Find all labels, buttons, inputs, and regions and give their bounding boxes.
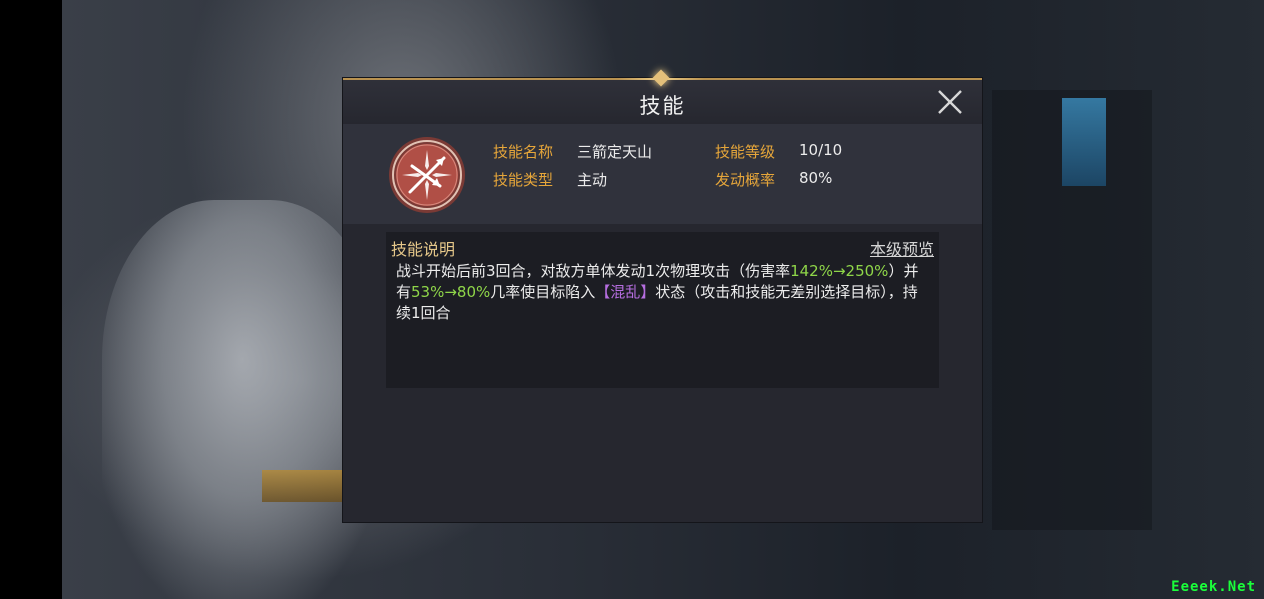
- skill-level-label: 技能等级: [715, 143, 776, 161]
- dialog-header: 技能: [343, 69, 982, 124]
- close-button[interactable]: [936, 88, 964, 116]
- desc-segment-status: 【混乱】: [595, 283, 656, 301]
- skill-name-value: 三箭定天山: [577, 143, 653, 161]
- skill-info-panel: 技能名称 三箭定天山 技能等级 10/10 技能类型 主动 发动概率 80%: [343, 124, 982, 224]
- skill-dialog: 技能 技能名称 三箭定天山 技能等级 10/10 技能类型 主动 发动概率 80…: [343, 69, 982, 522]
- level-preview-link[interactable]: 本级预览: [870, 236, 934, 260]
- trigger-rate-value: 80%: [799, 169, 833, 187]
- desc-segment-4: 几率使目标陷入: [490, 283, 596, 301]
- skill-type-label: 技能类型: [493, 171, 554, 189]
- skill-name-label: 技能名称: [493, 143, 554, 161]
- close-icon: [938, 90, 962, 114]
- skill-level-value: 10/10: [799, 141, 843, 159]
- description-title: 技能说明: [391, 240, 456, 259]
- skill-description-box: 技能说明 本级预览 战斗开始后前3回合，对敌方单体发动1次物理攻击（伤害率142…: [386, 232, 939, 388]
- trigger-rate-label: 发动概率: [715, 171, 776, 189]
- dialog-title: 技能: [639, 94, 686, 118]
- crossed-arrows-skill-icon[interactable]: [388, 136, 466, 214]
- background-blue-tag: [1062, 98, 1106, 186]
- watermark: Eeeek.Net: [1171, 579, 1256, 595]
- desc-segment-chance: 53%→80%: [411, 283, 491, 301]
- description-text: 战斗开始后前3回合，对敌方单体发动1次物理攻击（伤害率142%→250%）并有5…: [396, 261, 931, 324]
- desc-segment-0: 战斗开始后前3回合，对敌方单体发动1次物理攻击（伤害率: [396, 262, 791, 280]
- background-horse: [102, 200, 382, 599]
- desc-segment-damage-rate: 142%→250%: [790, 262, 889, 280]
- skill-type-value: 主动: [577, 171, 608, 189]
